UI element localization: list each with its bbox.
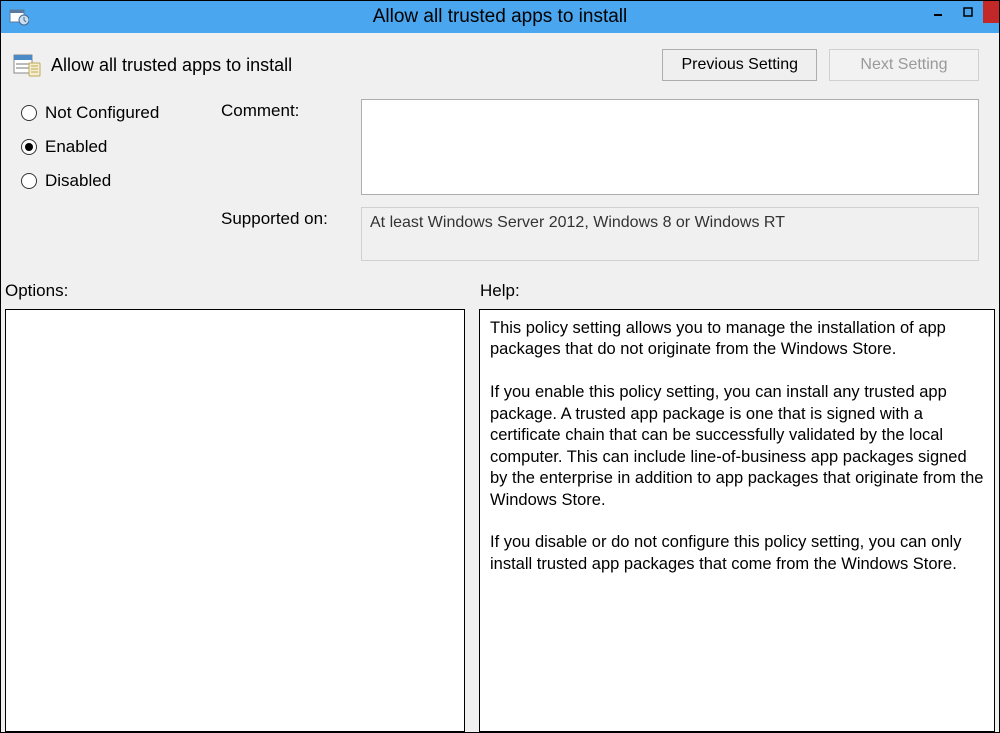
right-fields: Comment: Supported on: At least Windows … [221, 99, 979, 261]
close-button[interactable] [983, 1, 999, 23]
client-area: Allow all trusted apps to install Previo… [1, 33, 999, 732]
radio-disabled[interactable]: Disabled [21, 171, 221, 191]
options-label: Options: [5, 281, 480, 301]
help-label: Help: [480, 281, 520, 301]
bottom-panes: This policy setting allows you to manage… [5, 309, 995, 732]
previous-setting-button[interactable]: Previous Setting [662, 49, 817, 81]
header-row: Allow all trusted apps to install Previo… [1, 33, 999, 89]
radio-label: Not Configured [45, 103, 159, 123]
system-icon [9, 7, 29, 27]
window-buttons [923, 1, 999, 33]
window-title: Allow all trusted apps to install [1, 6, 999, 28]
policy-icon [13, 53, 41, 77]
supported-value: At least Windows Server 2012, Windows 8 … [361, 207, 979, 261]
comment-label: Comment: [221, 99, 349, 195]
nav-buttons: Previous Setting Next Setting [662, 49, 979, 81]
comment-input[interactable] [361, 99, 979, 195]
form-area: Not Configured Enabled Disabled Comment:… [1, 89, 999, 267]
state-radio-group: Not Configured Enabled Disabled [21, 99, 221, 261]
minimize-button[interactable] [923, 1, 953, 23]
supported-row: Supported on: At least Windows Server 20… [221, 207, 979, 261]
radio-enabled[interactable]: Enabled [21, 137, 221, 157]
options-pane [5, 309, 465, 732]
radio-label: Disabled [45, 171, 111, 191]
maximize-button[interactable] [953, 1, 983, 23]
next-setting-button[interactable]: Next Setting [829, 49, 979, 81]
help-pane: This policy setting allows you to manage… [479, 309, 995, 732]
radio-not-configured[interactable]: Not Configured [21, 103, 221, 123]
radio-icon [21, 173, 37, 189]
title-bar: Allow all trusted apps to install [1, 1, 999, 33]
radio-label: Enabled [45, 137, 107, 157]
header-left: Allow all trusted apps to install [13, 53, 292, 77]
radio-icon [21, 105, 37, 121]
supported-label: Supported on: [221, 207, 349, 261]
radio-icon [21, 139, 37, 155]
comment-row: Comment: [221, 99, 979, 195]
policy-title: Allow all trusted apps to install [51, 55, 292, 76]
section-labels: Options: Help: [1, 267, 999, 309]
